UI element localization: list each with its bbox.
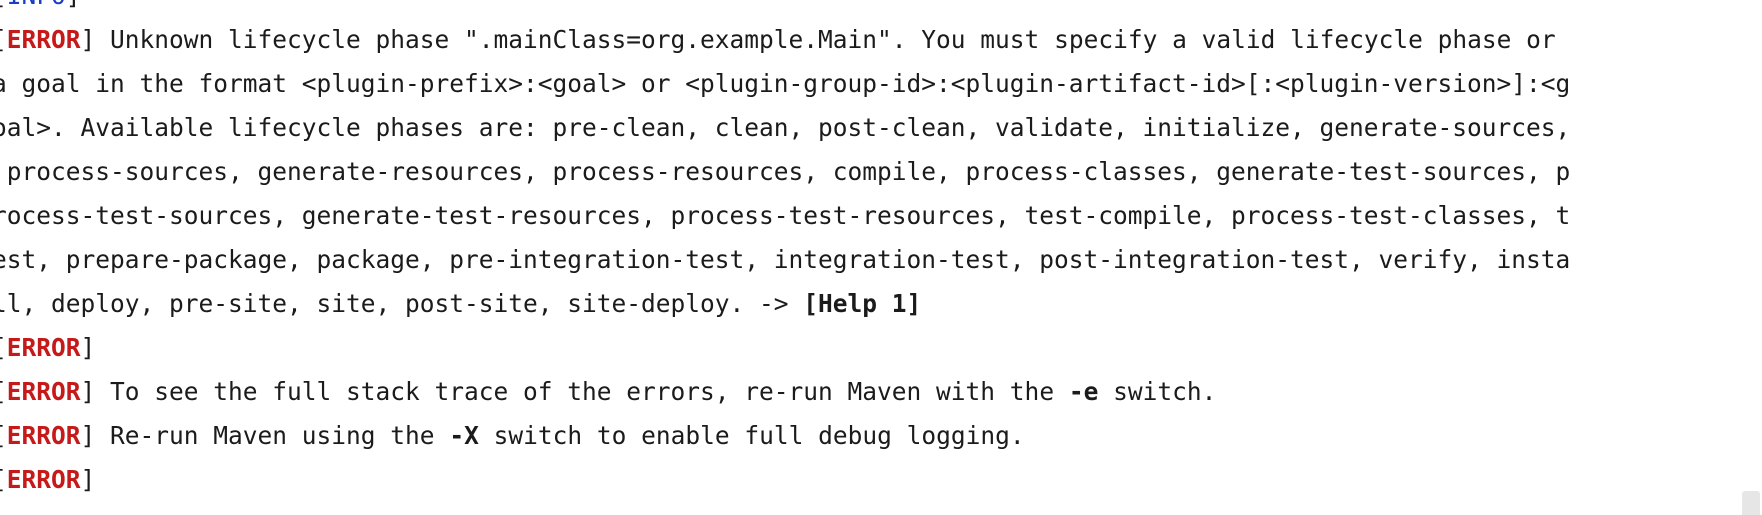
vertical-scrollbar[interactable]	[1740, 0, 1762, 515]
log-text: ----------------------------------------…	[81, 0, 1157, 10]
switch-flag: -e	[1068, 377, 1099, 406]
console-output[interactable]: [INFO] ---------------------------------…	[0, 0, 1716, 515]
scrollbar-thumb[interactable]	[1742, 491, 1760, 515]
log-line: [ERROR] Unknown lifecycle phase ".mainCl…	[0, 25, 1556, 54]
log-text: oal>. Available lifecycle phases are: pr…	[0, 113, 1571, 142]
error-tag: ERROR	[6, 465, 81, 494]
log-text: rocess-test-sources, generate-test-resou…	[0, 201, 1571, 230]
log-line: [INFO] ---------------------------------…	[0, 0, 1716, 18]
log-line: oal>. Available lifecycle phases are: pr…	[0, 106, 1716, 150]
help-link[interactable]: [Help 1]	[803, 289, 921, 318]
log-text: a goal in the format <plugin-prefix>:<go…	[0, 69, 1571, 98]
error-tag: ERROR	[6, 333, 81, 362]
log-text: To see the full stack trace of the error…	[95, 377, 1069, 406]
info-tag: INFO	[7, 0, 66, 10]
log-line: est, prepare-package, package, pre-integ…	[0, 238, 1716, 282]
switch-flag: -X	[449, 421, 479, 450]
log-text: Unknown lifecycle phase ".mainClass=org.…	[95, 25, 1556, 54]
error-tag: ERROR	[6, 421, 81, 450]
log-line: [ERROR]	[0, 333, 96, 362]
log-text: switch to enable full debug logging.	[478, 421, 1025, 450]
error-tag: ERROR	[6, 377, 81, 406]
log-text: process-sources, generate-resources, pro…	[0, 157, 1571, 186]
log-line: rocess-test-sources, generate-test-resou…	[0, 194, 1716, 238]
log-text: est, prepare-package, package, pre-integ…	[0, 245, 1571, 274]
log-text: Re-run Maven using the	[95, 421, 450, 450]
error-tag: ERROR	[6, 25, 81, 54]
log-text: switch.	[1098, 377, 1217, 406]
log-line: [ERROR] To see the full stack trace of t…	[0, 377, 1217, 406]
log-text: ll, deploy, pre-site, site, post-site, s…	[0, 289, 804, 318]
log-line: process-sources, generate-resources, pro…	[0, 150, 1716, 194]
log-line: [ERROR] Re-run Maven using the -X switch…	[0, 421, 1025, 450]
log-line: a goal in the format <plugin-prefix>:<go…	[0, 62, 1716, 106]
log-line: [ERROR]	[0, 465, 96, 494]
log-line: ll, deploy, pre-site, site, post-site, s…	[0, 282, 1716, 326]
